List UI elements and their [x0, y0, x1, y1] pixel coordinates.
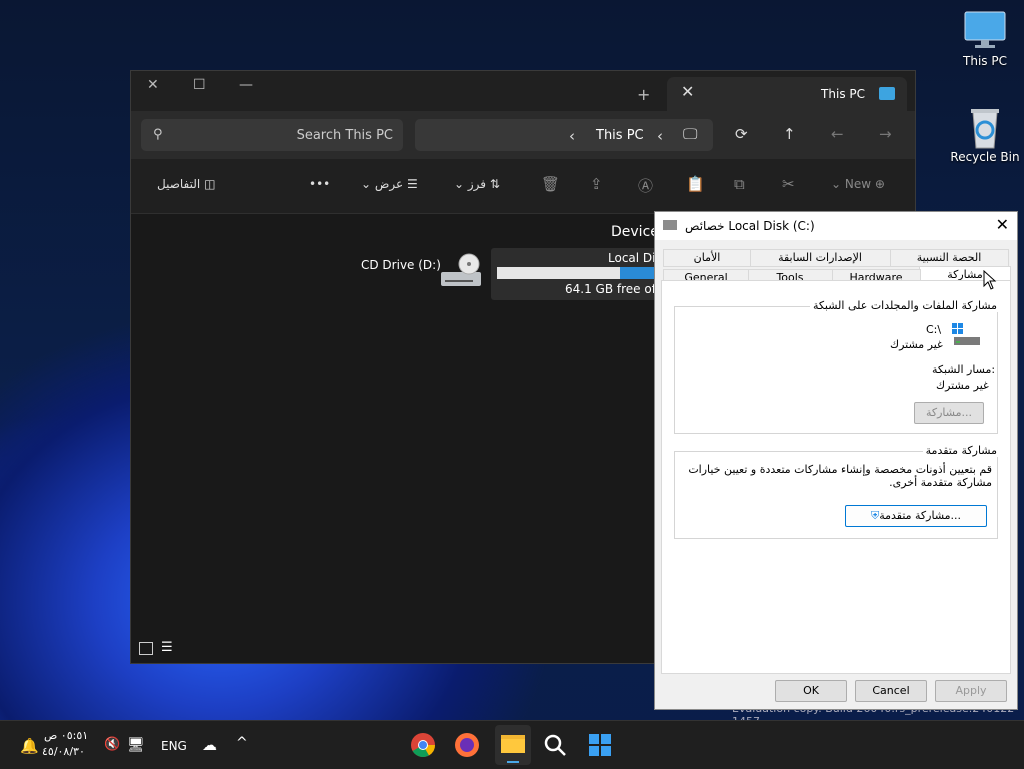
tab-bar: ✕ ☐ — + ✕ This PC	[131, 71, 915, 111]
view-label: عرض	[374, 177, 404, 191]
drive-d-tile[interactable]: CD Drive (D:)	[359, 250, 489, 300]
computer-icon: 🖵	[683, 125, 698, 143]
advanced-sharing-button[interactable]: ⛨مشاركة متقدمة...	[845, 505, 987, 527]
dialog-close-button[interactable]: ✕	[996, 215, 1009, 234]
dialog-title: خصائص Local Disk (C:)	[685, 219, 815, 233]
file-explorer-icon[interactable]	[495, 725, 531, 765]
advanced-sharing-description: قم بتعيين أذونات مخصصة وإنشاء مشاركات مت…	[688, 463, 992, 489]
close-window-button[interactable]: ✕	[147, 77, 159, 93]
drive-path: C:\	[926, 323, 942, 336]
drive-name: CD Drive (D:)	[361, 258, 441, 272]
share-icon[interactable]: ⇪	[590, 175, 603, 193]
new-tab-button[interactable]: +	[637, 85, 650, 104]
more-button[interactable]: •••	[309, 177, 330, 191]
tab-previous-versions[interactable]: الإصدارات السابقة	[749, 249, 891, 267]
cancel-button[interactable]: Cancel	[855, 680, 927, 702]
search-placeholder: Search This PC	[296, 128, 393, 143]
mouse-cursor	[983, 269, 997, 293]
chevron-left-icon[interactable]: ‹	[569, 127, 575, 145]
chrome-icon[interactable]	[409, 731, 437, 759]
list-view-icon[interactable]: ☰	[161, 641, 173, 654]
drive-share-icon	[952, 323, 982, 352]
desktop-icon-recycle-bin[interactable]: Recycle Bin	[945, 106, 1024, 164]
share-button[interactable]: مشاركة...	[914, 402, 984, 424]
maximize-button[interactable]: ☐	[193, 77, 206, 93]
drive-c-tile[interactable]: Local Disk (C:) 64.1 GB free of 99 GB	[491, 248, 697, 300]
up-button[interactable]: ↑	[783, 125, 796, 143]
new-button[interactable]: ⌄ New ⊕	[831, 177, 885, 191]
sharing-panel: مشاركة الملفات والمجلدات على الشبكة C:\ …	[661, 280, 1011, 674]
network-icon[interactable]: 🖥	[127, 737, 145, 753]
uac-shield-icon: ⛨	[870, 509, 880, 522]
recycle-bin-icon	[963, 106, 1007, 149]
tab-this-pc[interactable]: ✕ This PC	[667, 77, 907, 111]
taskbar: 🔔 ٠٥:٥١ ص ٤٥/٠٨/٣٠ 🔇 🖥 ENG ☁ ^	[0, 720, 1024, 769]
rename-icon[interactable]: Ⓐ	[638, 175, 653, 196]
network-sharing-title: مشاركة الملفات والمجلدات على الشبكة	[809, 299, 1000, 312]
this-pc-icon	[879, 87, 895, 100]
start-button-icon[interactable]	[586, 731, 614, 759]
clock-time[interactable]: ٠٥:٥١ ص	[44, 729, 88, 742]
delete-icon[interactable]: 🗑	[541, 175, 560, 193]
view-button[interactable]: ⌄ عرض ☰	[361, 177, 418, 191]
desktop-icon-label: This PC	[963, 54, 1007, 68]
copy-icon[interactable]: ⧉	[734, 175, 745, 193]
tab-title: This PC	[821, 87, 865, 101]
monitor-icon	[963, 10, 1007, 50]
details-button[interactable]: التفاصيل ◫	[157, 177, 215, 191]
close-tab-icon[interactable]: ✕	[681, 82, 694, 101]
desktop-icon-this-pc[interactable]: This PC	[945, 10, 1024, 68]
search-icon[interactable]	[541, 731, 569, 759]
search-input[interactable]: ⚲ Search This PC	[141, 119, 403, 151]
onedrive-offline-icon[interactable]: ☁	[202, 736, 217, 754]
desktop-icon-label: Recycle Bin	[950, 150, 1020, 164]
language-indicator[interactable]: ENG	[161, 739, 187, 753]
clock-date[interactable]: ٤٥/٠٨/٣٠	[42, 745, 85, 758]
details-pane-icon: ◫	[204, 177, 216, 191]
sort-label: فرز	[467, 177, 487, 191]
address-input[interactable]: ‹ This PC ‹ 🖵	[415, 119, 713, 151]
dialog-title-bar: خصائص Local Disk (C:) ✕	[655, 212, 1017, 240]
view-icon: ☰	[407, 177, 418, 191]
cd-drive-icon	[439, 252, 485, 295]
breadcrumb-this-pc[interactable]: This PC	[596, 128, 644, 143]
tab-quota[interactable]: الحصة النسبية	[889, 249, 1009, 267]
sort-button[interactable]: ⌄ فرز ⇅	[454, 177, 500, 191]
volume-muted-icon[interactable]: 🔇	[104, 737, 120, 752]
drive-share-status: غير مشترك	[890, 338, 943, 351]
drive-small-icon	[663, 220, 677, 230]
properties-dialog: خصائص Local Disk (C:) ✕ الحصة النسبية ال…	[654, 211, 1018, 710]
command-bar: التفاصيل ◫ ••• ⌄ عرض ☰ ⌄ فرز ⇅ 🗑 ⇪ Ⓐ 📋 ⧉…	[131, 159, 915, 214]
tab-security[interactable]: الأمان	[663, 249, 751, 267]
show-hidden-icons-button[interactable]: ^	[236, 735, 248, 751]
firefox-icon[interactable]	[453, 731, 481, 759]
network-path-value: غير مشترك	[936, 379, 989, 392]
refresh-button[interactable]: ⟳	[735, 125, 748, 143]
details-label: التفاصيل	[157, 177, 201, 191]
add-circle-icon: ⊕	[874, 177, 885, 191]
address-bar-row: ⚲ Search This PC ‹ This PC ‹ 🖵 ⟳ ↑ ← →	[131, 111, 915, 159]
new-label: New	[844, 177, 872, 191]
cut-icon[interactable]: ✂	[782, 175, 795, 193]
advanced-sharing-button-label: مشاركة متقدمة...	[879, 509, 962, 522]
chevron-left-icon[interactable]: ‹	[657, 127, 663, 145]
details-view-icon[interactable]	[139, 642, 153, 655]
apply-button[interactable]: Apply	[935, 680, 1007, 702]
sort-icon: ⇅	[489, 177, 500, 191]
notifications-bell-icon[interactable]: 🔔	[20, 737, 39, 755]
back-button[interactable]: ←	[831, 125, 844, 143]
forward-button[interactable]: →	[879, 125, 892, 143]
ok-button[interactable]: OK	[775, 680, 847, 702]
minimize-button[interactable]: —	[239, 77, 253, 93]
search-icon: ⚲	[153, 127, 163, 142]
advanced-sharing-title: مشاركة متقدمة	[922, 444, 1000, 457]
network-path-label: مسار الشبكة:	[932, 363, 996, 376]
paste-icon[interactable]: 📋	[686, 175, 705, 193]
